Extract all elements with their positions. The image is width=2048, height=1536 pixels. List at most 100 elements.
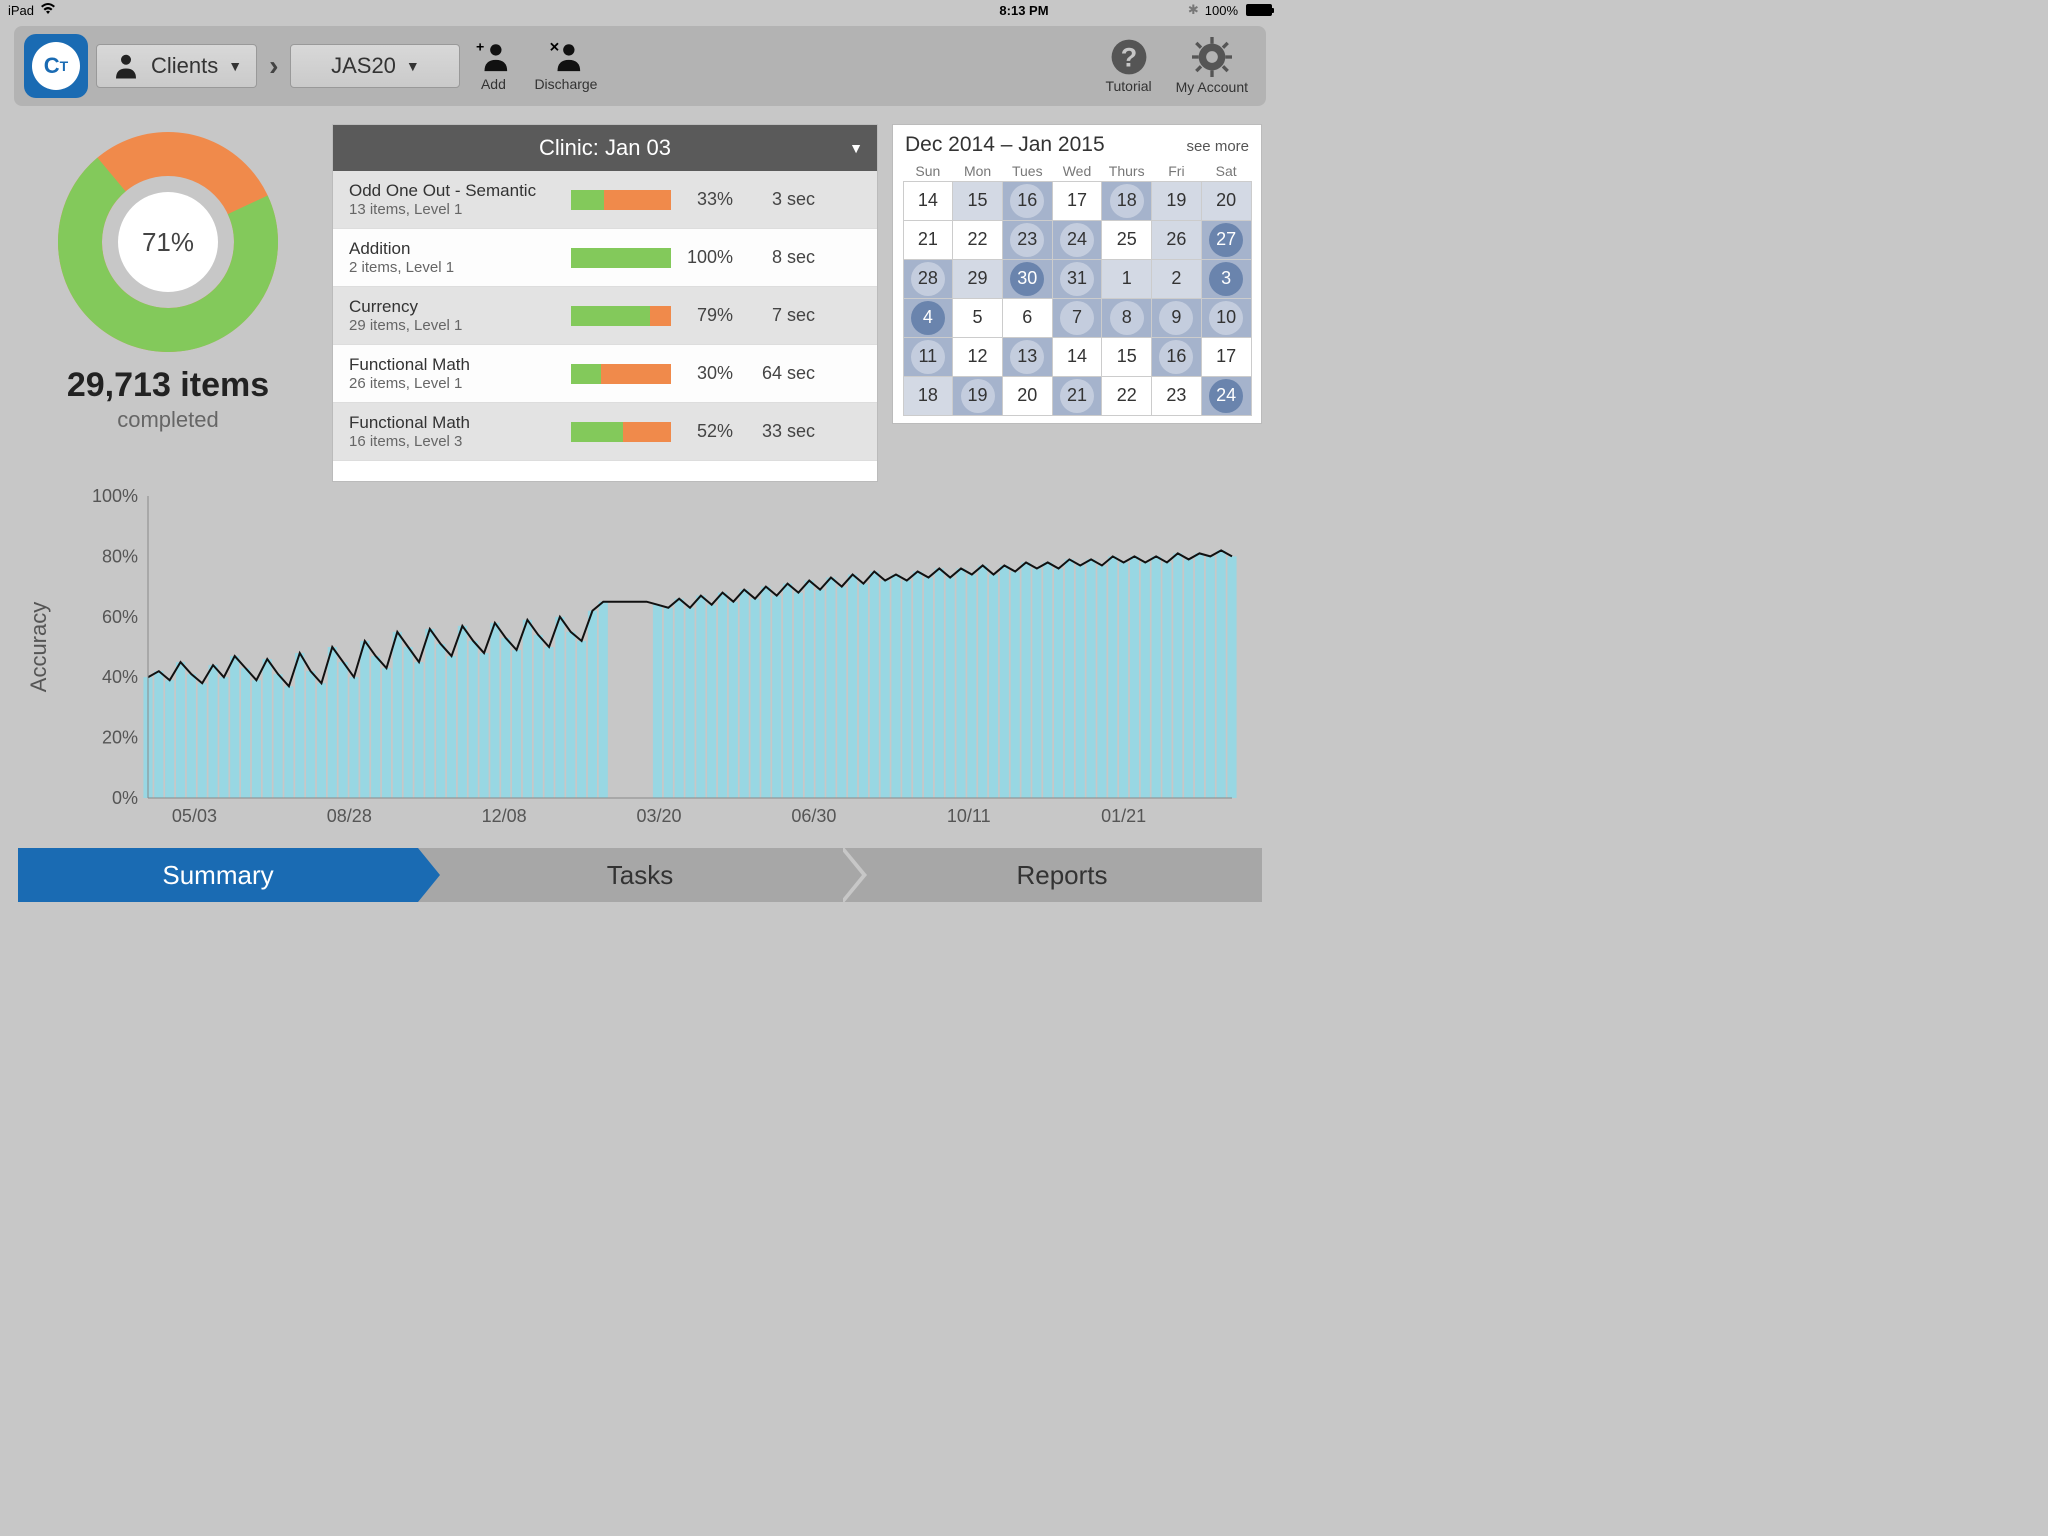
calendar-cell[interactable]: 22 [952, 220, 1003, 260]
calendar-cell[interactable]: 18 [903, 376, 954, 416]
chevron-down-icon: ▼ [406, 58, 420, 74]
calendar-cell[interactable]: 22 [1101, 376, 1152, 416]
task-meta: 13 items, Level 1 [349, 201, 559, 218]
calendar-cell[interactable]: 20 [1002, 376, 1053, 416]
task-time: 64 sec [745, 363, 815, 384]
calendar-cell[interactable]: 21 [1052, 376, 1103, 416]
clients-dropdown[interactable]: Clients ▼ [96, 44, 257, 88]
calendar-cell[interactable]: 25 [1101, 220, 1152, 260]
app-logo[interactable]: CT [24, 34, 88, 98]
calendar-cell[interactable]: 10 [1201, 298, 1252, 338]
calendar-cell[interactable]: 15 [952, 181, 1003, 221]
svg-text:01/21: 01/21 [1101, 806, 1146, 826]
task-name: Odd One Out - Semantic [349, 181, 559, 201]
calendar-cell[interactable]: 23 [1151, 376, 1202, 416]
calendar-dow: Wed [1052, 161, 1102, 181]
calendar-cell[interactable]: 14 [1052, 337, 1103, 377]
chevron-down-icon: ▼ [849, 140, 863, 156]
battery-pct: 100% [1205, 3, 1238, 18]
task-row[interactable]: Functional Math 16 items, Level 3 52% 33… [333, 403, 877, 461]
status-bar: iPad 8:13 PM ✱ 100% [0, 0, 1280, 20]
calendar-cell[interactable]: 24 [1052, 220, 1103, 260]
task-row[interactable]: Currency 29 items, Level 1 79% 7 sec [333, 287, 877, 345]
calendar-dow: Sat [1201, 161, 1251, 181]
calendar-cell[interactable]: 17 [1201, 337, 1252, 377]
task-progress-bar [571, 248, 671, 268]
calendar-cell[interactable]: 3 [1201, 259, 1252, 299]
svg-text:03/20: 03/20 [637, 806, 682, 826]
calendar-cell[interactable]: 6 [1002, 298, 1053, 338]
calendar-cell[interactable]: 20 [1201, 181, 1252, 221]
task-progress-bar [571, 422, 671, 442]
calendar-cell[interactable]: 30 [1002, 259, 1053, 299]
calendar-cell[interactable]: 16 [1002, 181, 1053, 221]
gear-icon [1192, 37, 1232, 77]
task-list-header-dropdown[interactable]: Clinic: Jan 03 ▼ [333, 125, 877, 171]
task-percent: 30% [683, 363, 733, 384]
bluetooth-icon: ✱ [1188, 2, 1199, 18]
calendar-cell[interactable]: 23 [1002, 220, 1053, 260]
calendar-cell[interactable]: 27 [1201, 220, 1252, 260]
svg-text:80%: 80% [102, 546, 138, 566]
task-row[interactable]: Functional Math 26 items, Level 1 30% 64… [333, 345, 877, 403]
discharge-client-button[interactable]: ✕ Discharge [526, 40, 605, 92]
tab-reports[interactable]: Reports [840, 848, 1262, 902]
calendar-cell[interactable]: 28 [903, 259, 954, 299]
calendar-cell[interactable]: 14 [903, 181, 954, 221]
task-row[interactable]: Odd One Out - Semantic 13 items, Level 1… [333, 171, 877, 229]
calendar-cell[interactable]: 2 [1151, 259, 1202, 299]
svg-text:08/28: 08/28 [327, 806, 372, 826]
calendar-cell[interactable]: 26 [1151, 220, 1202, 260]
calendar-cell[interactable]: 7 [1052, 298, 1103, 338]
calendar-dow: Mon [953, 161, 1003, 181]
calendar-cell[interactable]: 1 [1101, 259, 1152, 299]
calendar-cell[interactable]: 11 [903, 337, 954, 377]
clients-label: Clients [151, 53, 218, 79]
battery-icon [1246, 4, 1272, 16]
calendar-cell[interactable]: 15 [1101, 337, 1152, 377]
calendar-cell[interactable]: 12 [952, 337, 1003, 377]
completed-label: completed [117, 407, 219, 433]
tab-summary[interactable]: Summary [18, 848, 418, 902]
my-account-button[interactable]: My Account [1168, 37, 1256, 95]
task-meta: 29 items, Level 1 [349, 317, 559, 334]
add-client-button[interactable]: + Add [468, 40, 518, 92]
svg-text:40%: 40% [102, 667, 138, 687]
svg-text:06/30: 06/30 [791, 806, 836, 826]
calendar-cell[interactable]: 9 [1151, 298, 1202, 338]
calendar-cell[interactable]: 19 [952, 376, 1003, 416]
task-progress-bar [571, 306, 671, 326]
calendar-cell[interactable]: 31 [1052, 259, 1103, 299]
calendar-cell[interactable]: 13 [1002, 337, 1053, 377]
calendar-title: Dec 2014 – Jan 2015 [905, 133, 1105, 157]
calendar-cell[interactable]: 4 [903, 298, 954, 338]
task-percent: 79% [683, 305, 733, 326]
calendar-cell[interactable]: 16 [1151, 337, 1202, 377]
completion-donut-panel: 71% 29,713 items completed [18, 124, 318, 482]
calendar-cell[interactable]: 29 [952, 259, 1003, 299]
svg-text:100%: 100% [92, 486, 138, 506]
calendar-cell[interactable]: 17 [1052, 181, 1103, 221]
person-icon [111, 51, 141, 81]
calendar-cell[interactable]: 5 [952, 298, 1003, 338]
bottom-tabs: Summary Tasks Reports [18, 848, 1262, 902]
svg-text:+: + [476, 40, 484, 55]
calendar-cell[interactable]: 8 [1101, 298, 1152, 338]
calendar-cell[interactable]: 24 [1201, 376, 1252, 416]
tab-tasks[interactable]: Tasks [418, 848, 840, 902]
tutorial-button[interactable]: ? Tutorial [1097, 38, 1159, 94]
calendar-dow: Fri [1152, 161, 1202, 181]
task-meta: 2 items, Level 1 [349, 259, 559, 276]
calendar-cell[interactable]: 21 [903, 220, 954, 260]
question-icon: ? [1110, 38, 1148, 76]
calendar-cell[interactable]: 19 [1151, 181, 1202, 221]
calendar-see-more[interactable]: see more [1186, 138, 1249, 155]
breadcrumb-arrow: › [265, 50, 282, 82]
svg-text:10/11: 10/11 [947, 806, 991, 826]
calendar-cell[interactable]: 18 [1101, 181, 1152, 221]
calendar-dow: Tues [1002, 161, 1052, 181]
client-select-dropdown[interactable]: JAS20 ▼ [290, 44, 460, 88]
task-row[interactable]: Addition 2 items, Level 1 100% 8 sec [333, 229, 877, 287]
task-name: Functional Math [349, 413, 559, 433]
items-count: 29,713 items [67, 366, 269, 405]
